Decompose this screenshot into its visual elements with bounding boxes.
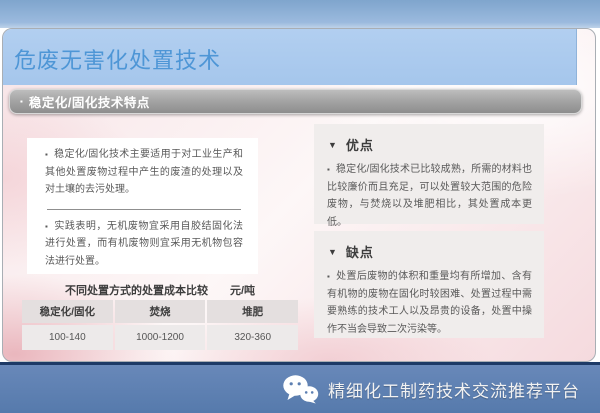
description-panel: ▪稳定化/固化技术主要适用于对工业生产和其他处置废物过程中产生的废渣的处理以及对… [27,138,258,274]
disadvantages-text: 处置后废物的体积和重量均有所增加、含有有机物的废物在固化时较困难、处置过程中需要… [327,271,532,335]
description-text-2: 实践表明，无机废物宜采用自胶结固化法进行处置，而有机废物则宜采用无机物包容法进行… [45,221,243,267]
triangle-marker-icon: ▼ [328,140,337,150]
column-header: 堆肥 [207,300,298,323]
square-bullet-icon: ▪ [327,165,330,174]
section-header-bar: ▪ 稳定化/固化技术特点 [9,89,582,114]
table-cell: 320-360 [207,325,298,350]
footer-bar: 精细化工制药技术交流推荐平台 [0,362,600,413]
cost-table-header-row: 稳定化/固化 焚烧 堆肥 [22,300,298,323]
table-cell: 1000-1200 [115,325,206,350]
platform-name: 精细化工制药技术交流推荐平台 [328,377,580,402]
cost-table-caption: 不同处置方式的处置成本比较 元/吨 [22,282,298,298]
wechat-icon [282,374,319,404]
advantages-body: ▪稳定化/固化技术已比较成熟，所需的材料也比较廉价而且充足，可以处置较大范围的危… [314,154,544,231]
divider-line [47,209,241,210]
disadvantages-panel: ▼ 缺点 ▪处置后废物的体积和重量均有所增加、含有有机物的废物在固化时较困难、处… [314,231,544,338]
section-title: 稳定化/固化技术特点 [29,92,150,111]
cost-table-title: 不同处置方式的处置成本比较 [65,282,208,298]
top-blue-strip [0,0,600,28]
disadvantages-body: ▪处置后废物的体积和重量均有所增加、含有有机物的废物在固化时较困难、处置过程中需… [314,261,544,338]
description-text-1: 稳定化/固化技术主要适用于对工业生产和其他处置废物过程中产生的废渣的处理以及对土… [45,149,243,195]
disadvantages-header: ▼ 缺点 [314,231,544,261]
advantages-text: 稳定化/固化技术已比较成熟，所需的材料也比较廉价而且充足，可以处置较大范围的危险… [327,164,532,228]
table-cell: 100-140 [22,325,113,350]
square-bullet-icon: ▪ [45,150,48,159]
slide-screenshot: 危废无害化处置技术 ▪ 稳定化/固化技术特点 ▪稳定化/固化技术主要适用于对工业… [0,0,600,413]
cost-table-unit: 元/吨 [230,282,255,298]
cost-table: 稳定化/固化 焚烧 堆肥 100-140 1000-1200 320-360 [22,300,298,352]
title-band: 危废无害化处置技术 [3,29,577,85]
page-title: 危废无害化处置技术 [14,43,221,75]
triangle-marker-icon: ▼ [328,247,337,257]
square-bullet-icon: ▪ [45,222,48,231]
column-header: 稳定化/固化 [22,300,113,323]
square-bullet-icon: ▪ [327,272,330,281]
description-paragraph-1: ▪稳定化/固化技术主要适用于对工业生产和其他处置废物过程中产生的废渣的处理以及对… [45,146,243,199]
description-panel-body: ▪稳定化/固化技术主要适用于对工业生产和其他处置废物过程中产生的废渣的处理以及对… [27,138,258,270]
cost-table-value-row: 100-140 1000-1200 320-360 [22,325,298,350]
slide-body: 危废无害化处置技术 ▪ 稳定化/固化技术特点 ▪稳定化/固化技术主要适用于对工业… [2,28,596,362]
disadvantages-title: 缺点 [346,242,374,261]
description-paragraph-2: ▪实践表明，无机废物宜采用自胶结固化法进行处置，而有机废物则宜采用无机物包容法进… [45,218,243,271]
square-bullet-icon: ▪ [20,97,23,106]
advantages-header: ▼ 优点 [314,124,544,154]
column-header: 焚烧 [115,300,206,323]
advantages-title: 优点 [346,135,374,154]
advantages-panel: ▼ 优点 ▪稳定化/固化技术已比较成熟，所需的材料也比较廉价而且充足，可以处置较… [314,124,544,224]
